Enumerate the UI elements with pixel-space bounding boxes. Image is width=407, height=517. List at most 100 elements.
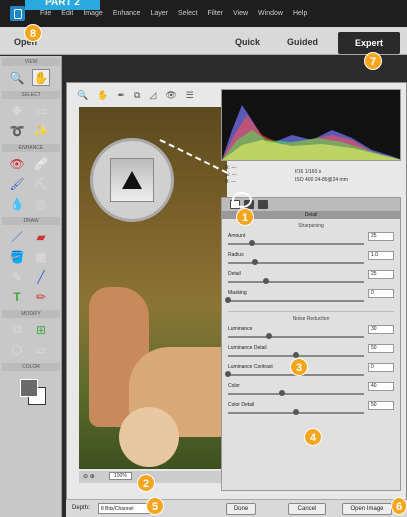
slider-track[interactable] <box>228 262 364 264</box>
color-picker-icon[interactable]: ✎ <box>8 268 26 285</box>
slider-thumb[interactable] <box>252 259 259 265</box>
done-button[interactable]: Done <box>226 503 256 515</box>
foreground-color[interactable] <box>19 379 38 397</box>
menu-file[interactable]: File <box>40 10 51 17</box>
slider-value-field[interactable]: 50 <box>368 401 394 410</box>
menu-filter[interactable]: Filter <box>207 10 223 17</box>
menu-window[interactable]: Window <box>258 10 283 17</box>
line-icon[interactable]: ╱ <box>32 268 50 285</box>
menu-image[interactable]: Image <box>83 10 102 17</box>
clone-stamp-icon[interactable]: ⛏ <box>32 175 50 192</box>
camera-tab-icon[interactable] <box>258 200 268 209</box>
color-swatch[interactable] <box>16 377 46 407</box>
move-tool-icon[interactable]: ✥ <box>8 102 26 119</box>
dialog-footer: Depth: 8 Bits/Channel Done Cancel Open I… <box>66 499 407 517</box>
depth-label: Depth: <box>72 505 90 511</box>
menu-edit[interactable]: Edit <box>61 10 73 17</box>
crop-icon[interactable]: ⧉ <box>134 90 140 101</box>
slider-label: Color Detail <box>228 402 255 408</box>
smart-brush-icon[interactable]: 🖌 <box>8 175 26 192</box>
callout-circle <box>90 138 174 222</box>
slider-label: Color <box>228 383 240 389</box>
straighten-icon[interactable]: ⏥ <box>32 341 50 358</box>
part-banner: PART 2 <box>25 0 100 10</box>
straighten-icon[interactable]: ◿ <box>149 90 156 101</box>
white-balance-icon[interactable]: ✒ <box>117 90 125 101</box>
gradient-icon[interactable]: ▦ <box>32 248 50 265</box>
blur-icon[interactable]: 💧 <box>8 195 26 212</box>
menu-help[interactable]: Help <box>293 10 307 17</box>
pencil-icon[interactable]: ✏ <box>32 288 50 305</box>
slider-value-field[interactable]: 1.0 <box>368 251 394 260</box>
zoom-tool-icon[interactable]: 🔍 <box>8 69 26 86</box>
menu-select[interactable]: Select <box>178 10 197 17</box>
b-label: B: <box>225 179 230 185</box>
callout-badge-1: 1 <box>236 208 254 226</box>
b-value: --- <box>231 179 237 185</box>
slider-value-field[interactable]: 25 <box>368 232 394 241</box>
noise-title: Noise Reduction <box>292 316 330 322</box>
tab-guided[interactable]: Guided <box>287 37 318 47</box>
slider-label: Amount <box>228 233 246 239</box>
crop-tool-icon[interactable]: ⧉ <box>8 321 26 338</box>
menu-view[interactable]: View <box>233 10 248 17</box>
slider-thumb[interactable] <box>279 390 286 396</box>
brush-icon[interactable]: ／ <box>8 228 26 245</box>
type-tool-icon[interactable]: T <box>8 288 26 305</box>
slider-thumb[interactable] <box>293 409 299 415</box>
content-aware-icon[interactable]: ⬡ <box>8 341 26 358</box>
callout-badge-3: 3 <box>290 358 308 376</box>
slider-track[interactable] <box>228 336 364 338</box>
hand-tool-icon[interactable]: ✋ <box>32 69 50 86</box>
slider-track[interactable] <box>228 300 364 302</box>
zoom-minus-icon[interactable]: ⊖ ⊕ <box>83 474 95 480</box>
slider-value-field[interactable]: 0 <box>368 363 394 372</box>
slider-thumb[interactable] <box>265 333 272 339</box>
zoom-level[interactable]: 100% <box>109 472 132 480</box>
slider-thumb[interactable] <box>225 371 231 377</box>
recompose-icon[interactable]: ⊞ <box>32 321 50 338</box>
section-view: VIEW <box>2 58 60 66</box>
tab-quick[interactable]: Quick <box>235 37 260 47</box>
detail-panel: Detail Sharpening Amount 25 Radius 1.0 Detai… <box>221 197 401 491</box>
slider-value-field[interactable]: 50 <box>368 344 394 353</box>
menu-enhance[interactable]: Enhance <box>113 10 141 17</box>
slider-label: Detail <box>228 271 241 277</box>
spot-healing-icon[interactable]: 🩹 <box>32 155 50 172</box>
slider-label: Luminance Contrast <box>228 364 273 370</box>
tab-expert[interactable]: Expert <box>338 32 400 54</box>
rgb-readout: R: --- G: --- B: --- f/16 1/160 s ISO 40… <box>225 165 401 195</box>
zoom-icon[interactable]: 🔍 <box>77 90 88 101</box>
slider-label: Luminance Detail <box>228 345 267 351</box>
slider-thumb[interactable] <box>263 278 270 284</box>
slider-value-field[interactable]: 0 <box>368 289 394 298</box>
open-image-button[interactable]: Open Image <box>342 503 392 515</box>
divider <box>228 311 394 312</box>
magic-wand-icon[interactable]: ✨ <box>32 122 50 139</box>
slider-row: Amount 25 <box>228 231 394 250</box>
lasso-tool-icon[interactable]: ➰ <box>8 122 26 139</box>
app-icon[interactable] <box>10 6 25 21</box>
slider-value-field[interactable]: 40 <box>368 382 394 391</box>
cancel-button[interactable]: Cancel <box>288 503 326 515</box>
prefs-icon[interactable]: ☰ <box>186 90 194 101</box>
slider-label: Masking <box>228 290 247 296</box>
marquee-tool-icon[interactable]: ▭ <box>32 102 50 119</box>
eraser-icon[interactable]: ▰ <box>32 228 50 245</box>
callout-target <box>232 192 252 208</box>
sponge-icon[interactable]: ◎ <box>32 195 50 212</box>
redeye-icon[interactable]: 👁 <box>165 90 176 101</box>
slider-thumb[interactable] <box>249 240 256 246</box>
callout-badge-2: 2 <box>137 474 155 492</box>
slider-track[interactable] <box>228 281 364 283</box>
slider-value-field[interactable]: 25 <box>368 270 394 279</box>
red-eye-icon[interactable]: 👁 <box>8 155 26 172</box>
paint-bucket-icon[interactable]: 🪣 <box>8 248 26 265</box>
section-enhance: ENHANCE <box>2 144 60 152</box>
slider-track[interactable] <box>228 393 364 395</box>
hand-icon[interactable]: ✋ <box>97 90 108 101</box>
slider-track[interactable] <box>228 243 364 245</box>
menu-layer[interactable]: Layer <box>150 10 168 17</box>
slider-value-field[interactable]: 30 <box>368 325 394 334</box>
slider-thumb[interactable] <box>225 297 231 303</box>
